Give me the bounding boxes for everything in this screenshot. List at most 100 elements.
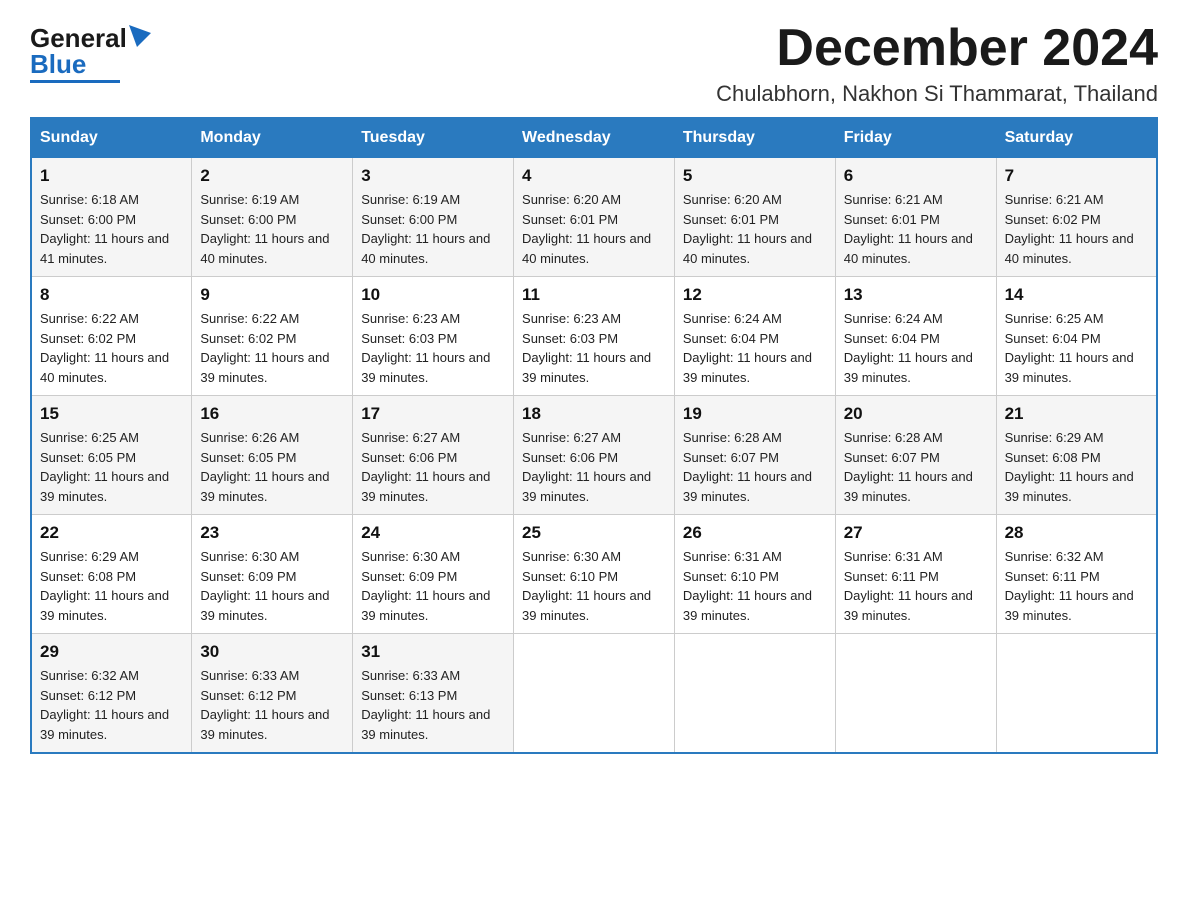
day-number: 2	[200, 166, 344, 186]
day-number: 29	[40, 642, 183, 662]
day-number: 25	[522, 523, 666, 543]
day-info: Sunrise: 6:21 AMSunset: 6:02 PMDaylight:…	[1005, 192, 1134, 266]
calendar-week-row: 8 Sunrise: 6:22 AMSunset: 6:02 PMDayligh…	[31, 277, 1157, 396]
calendar-day-cell: 12 Sunrise: 6:24 AMSunset: 6:04 PMDaylig…	[674, 277, 835, 396]
day-number: 10	[361, 285, 505, 305]
location-title: Chulabhorn, Nakhon Si Thammarat, Thailan…	[716, 81, 1158, 107]
day-info: Sunrise: 6:30 AMSunset: 6:10 PMDaylight:…	[522, 549, 651, 623]
logo-underline	[30, 80, 120, 83]
day-info: Sunrise: 6:33 AMSunset: 6:13 PMDaylight:…	[361, 668, 490, 742]
day-number: 26	[683, 523, 827, 543]
logo: General Blue	[30, 20, 151, 83]
day-number: 15	[40, 404, 183, 424]
weekday-header-wednesday: Wednesday	[514, 118, 675, 158]
day-info: Sunrise: 6:26 AMSunset: 6:05 PMDaylight:…	[200, 430, 329, 504]
day-info: Sunrise: 6:21 AMSunset: 6:01 PMDaylight:…	[844, 192, 973, 266]
day-info: Sunrise: 6:20 AMSunset: 6:01 PMDaylight:…	[683, 192, 812, 266]
day-info: Sunrise: 6:32 AMSunset: 6:11 PMDaylight:…	[1005, 549, 1134, 623]
day-info: Sunrise: 6:23 AMSunset: 6:03 PMDaylight:…	[522, 311, 651, 385]
day-info: Sunrise: 6:24 AMSunset: 6:04 PMDaylight:…	[844, 311, 973, 385]
calendar-day-cell: 23 Sunrise: 6:30 AMSunset: 6:09 PMDaylig…	[192, 515, 353, 634]
empty-cell	[674, 634, 835, 754]
day-number: 7	[1005, 166, 1148, 186]
day-number: 12	[683, 285, 827, 305]
day-number: 24	[361, 523, 505, 543]
day-info: Sunrise: 6:31 AMSunset: 6:10 PMDaylight:…	[683, 549, 812, 623]
calendar-day-cell: 31 Sunrise: 6:33 AMSunset: 6:13 PMDaylig…	[353, 634, 514, 754]
calendar-day-cell: 17 Sunrise: 6:27 AMSunset: 6:06 PMDaylig…	[353, 396, 514, 515]
day-info: Sunrise: 6:24 AMSunset: 6:04 PMDaylight:…	[683, 311, 812, 385]
calendar-day-cell: 22 Sunrise: 6:29 AMSunset: 6:08 PMDaylig…	[31, 515, 192, 634]
day-number: 9	[200, 285, 344, 305]
day-number: 16	[200, 404, 344, 424]
calendar-day-cell: 15 Sunrise: 6:25 AMSunset: 6:05 PMDaylig…	[31, 396, 192, 515]
day-info: Sunrise: 6:30 AMSunset: 6:09 PMDaylight:…	[200, 549, 329, 623]
logo-general-text: General	[30, 25, 127, 51]
day-info: Sunrise: 6:23 AMSunset: 6:03 PMDaylight:…	[361, 311, 490, 385]
calendar-day-cell: 24 Sunrise: 6:30 AMSunset: 6:09 PMDaylig…	[353, 515, 514, 634]
day-number: 31	[361, 642, 505, 662]
empty-cell	[996, 634, 1157, 754]
logo-blue-text: Blue	[30, 51, 86, 77]
day-info: Sunrise: 6:30 AMSunset: 6:09 PMDaylight:…	[361, 549, 490, 623]
day-number: 20	[844, 404, 988, 424]
day-info: Sunrise: 6:32 AMSunset: 6:12 PMDaylight:…	[40, 668, 169, 742]
day-number: 1	[40, 166, 183, 186]
calendar-day-cell: 29 Sunrise: 6:32 AMSunset: 6:12 PMDaylig…	[31, 634, 192, 754]
calendar-day-cell: 8 Sunrise: 6:22 AMSunset: 6:02 PMDayligh…	[31, 277, 192, 396]
day-number: 27	[844, 523, 988, 543]
day-info: Sunrise: 6:20 AMSunset: 6:01 PMDaylight:…	[522, 192, 651, 266]
calendar-week-row: 22 Sunrise: 6:29 AMSunset: 6:08 PMDaylig…	[31, 515, 1157, 634]
weekday-header-tuesday: Tuesday	[353, 118, 514, 158]
day-info: Sunrise: 6:29 AMSunset: 6:08 PMDaylight:…	[1005, 430, 1134, 504]
calendar-day-cell: 30 Sunrise: 6:33 AMSunset: 6:12 PMDaylig…	[192, 634, 353, 754]
calendar-day-cell: 5 Sunrise: 6:20 AMSunset: 6:01 PMDayligh…	[674, 158, 835, 277]
calendar-day-cell: 11 Sunrise: 6:23 AMSunset: 6:03 PMDaylig…	[514, 277, 675, 396]
day-number: 17	[361, 404, 505, 424]
day-number: 11	[522, 285, 666, 305]
calendar-day-cell: 1 Sunrise: 6:18 AMSunset: 6:00 PMDayligh…	[31, 158, 192, 277]
day-info: Sunrise: 6:19 AMSunset: 6:00 PMDaylight:…	[361, 192, 490, 266]
day-number: 22	[40, 523, 183, 543]
day-info: Sunrise: 6:28 AMSunset: 6:07 PMDaylight:…	[844, 430, 973, 504]
calendar-day-cell: 28 Sunrise: 6:32 AMSunset: 6:11 PMDaylig…	[996, 515, 1157, 634]
calendar-day-cell: 16 Sunrise: 6:26 AMSunset: 6:05 PMDaylig…	[192, 396, 353, 515]
day-number: 4	[522, 166, 666, 186]
calendar-week-row: 15 Sunrise: 6:25 AMSunset: 6:05 PMDaylig…	[31, 396, 1157, 515]
calendar-day-cell: 20 Sunrise: 6:28 AMSunset: 6:07 PMDaylig…	[835, 396, 996, 515]
title-block: December 2024 Chulabhorn, Nakhon Si Tham…	[716, 20, 1158, 107]
calendar-week-row: 29 Sunrise: 6:32 AMSunset: 6:12 PMDaylig…	[31, 634, 1157, 754]
calendar-day-cell: 19 Sunrise: 6:28 AMSunset: 6:07 PMDaylig…	[674, 396, 835, 515]
day-number: 8	[40, 285, 183, 305]
day-info: Sunrise: 6:25 AMSunset: 6:04 PMDaylight:…	[1005, 311, 1134, 385]
weekday-header-row: SundayMondayTuesdayWednesdayThursdayFrid…	[31, 118, 1157, 158]
weekday-header-friday: Friday	[835, 118, 996, 158]
weekday-header-thursday: Thursday	[674, 118, 835, 158]
calendar-day-cell: 6 Sunrise: 6:21 AMSunset: 6:01 PMDayligh…	[835, 158, 996, 277]
calendar-day-cell: 10 Sunrise: 6:23 AMSunset: 6:03 PMDaylig…	[353, 277, 514, 396]
calendar-day-cell: 26 Sunrise: 6:31 AMSunset: 6:10 PMDaylig…	[674, 515, 835, 634]
day-number: 21	[1005, 404, 1148, 424]
calendar-day-cell: 7 Sunrise: 6:21 AMSunset: 6:02 PMDayligh…	[996, 158, 1157, 277]
calendar-day-cell: 21 Sunrise: 6:29 AMSunset: 6:08 PMDaylig…	[996, 396, 1157, 515]
day-info: Sunrise: 6:27 AMSunset: 6:06 PMDaylight:…	[361, 430, 490, 504]
day-info: Sunrise: 6:27 AMSunset: 6:06 PMDaylight:…	[522, 430, 651, 504]
calendar-day-cell: 18 Sunrise: 6:27 AMSunset: 6:06 PMDaylig…	[514, 396, 675, 515]
calendar-week-row: 1 Sunrise: 6:18 AMSunset: 6:00 PMDayligh…	[31, 158, 1157, 277]
calendar-day-cell: 14 Sunrise: 6:25 AMSunset: 6:04 PMDaylig…	[996, 277, 1157, 396]
calendar-day-cell: 25 Sunrise: 6:30 AMSunset: 6:10 PMDaylig…	[514, 515, 675, 634]
calendar-table: SundayMondayTuesdayWednesdayThursdayFrid…	[30, 117, 1158, 754]
day-number: 23	[200, 523, 344, 543]
day-number: 6	[844, 166, 988, 186]
day-info: Sunrise: 6:22 AMSunset: 6:02 PMDaylight:…	[200, 311, 329, 385]
calendar-day-cell: 3 Sunrise: 6:19 AMSunset: 6:00 PMDayligh…	[353, 158, 514, 277]
page-header: General Blue December 2024 Chulabhorn, N…	[30, 20, 1158, 107]
day-number: 18	[522, 404, 666, 424]
calendar-day-cell: 2 Sunrise: 6:19 AMSunset: 6:00 PMDayligh…	[192, 158, 353, 277]
day-number: 3	[361, 166, 505, 186]
calendar-day-cell: 4 Sunrise: 6:20 AMSunset: 6:01 PMDayligh…	[514, 158, 675, 277]
day-number: 13	[844, 285, 988, 305]
day-info: Sunrise: 6:19 AMSunset: 6:00 PMDaylight:…	[200, 192, 329, 266]
day-info: Sunrise: 6:22 AMSunset: 6:02 PMDaylight:…	[40, 311, 169, 385]
day-number: 28	[1005, 523, 1148, 543]
